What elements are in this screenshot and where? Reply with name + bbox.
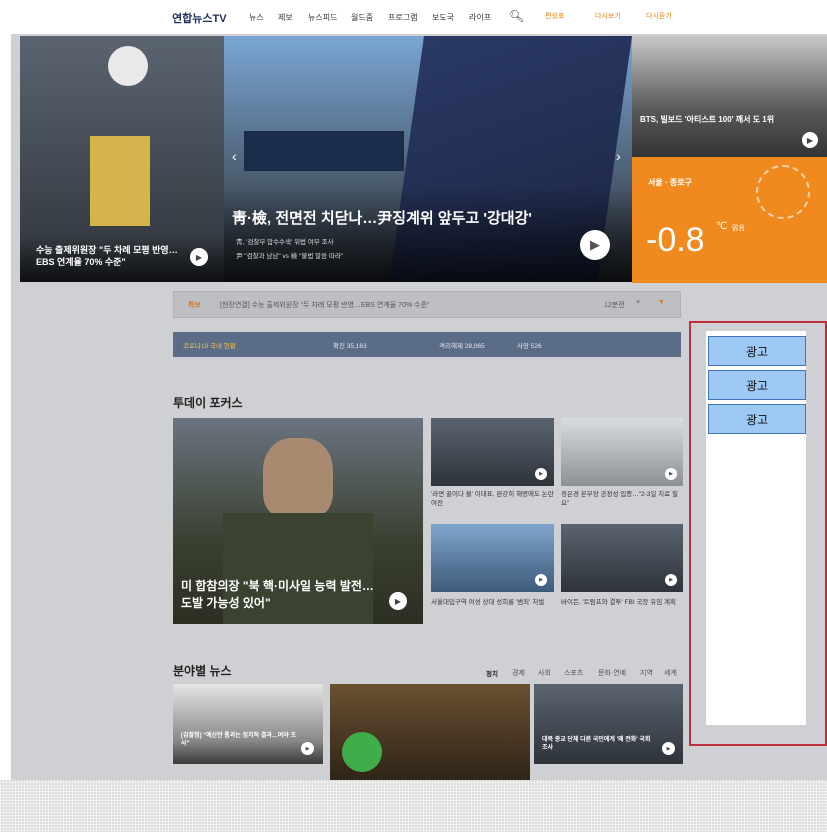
top-navigation: 연합뉴스TV 뉴스 제보 뉴스피드 월드줌 프로그램 보도국 라이프 🔍︎ 편성…: [0, 0, 827, 34]
play-icon[interactable]: ▶: [190, 248, 208, 266]
ad-button-1[interactable]: 광고: [708, 336, 806, 366]
play-icon[interactable]: ▶: [580, 230, 610, 260]
next-arrow-icon[interactable]: ›: [616, 148, 621, 164]
hero-sub-2: 尹 "검찰과 남남" vs 檢 "불법 말씀 따라": [236, 253, 344, 260]
tab-world[interactable]: 세계: [664, 668, 677, 678]
breaking-badge: 특보: [188, 302, 201, 309]
focus-thumb-4[interactable]: ▶: [561, 524, 683, 592]
hero-sub-1: 靑, '검찰부 압수수색' 위법 여부 조사: [236, 239, 334, 246]
focus-main-caption: 미 합참의장 "북 핵·미사일 능력 발전…도발 가능성 있어": [181, 579, 374, 610]
covid-quarantine: 격리해제 28,065: [439, 343, 485, 350]
play-icon[interactable]: ▶: [535, 574, 547, 586]
replay-link[interactable]: 다시보기: [595, 11, 621, 21]
focus-caption-4[interactable]: 바이든, '트럼프와 결투' FBI 국장 유임 계획: [561, 598, 683, 607]
breaking-news-ticker[interactable]: 특보 [현장연결] 수능 출제위원장 "두 차례 모평 반영…EBS 연계율 7…: [173, 291, 681, 318]
covid-status-bar[interactable]: 코로나19 국내 현황 확진 35,163 격리해제 28,065 사망 526: [173, 332, 681, 357]
ticker-time: 12분전: [604, 302, 625, 309]
hero-left-caption: 수능 출제위원장 "두 차례 모평 반영…EBS 연계율 70% 수준": [36, 245, 178, 267]
schedule-link[interactable]: 편성표: [545, 11, 564, 21]
focus-caption-3[interactable]: 서울대입구역 여성 상대 성희롱 '범죄' 처벌: [431, 598, 554, 607]
nav-item-newsroom[interactable]: 보도국: [432, 12, 454, 23]
focus-caption-2[interactable]: 정은경 본부장 공정성 입증…"2-3일 치료 필요": [561, 490, 683, 508]
nav-item-life[interactable]: 라이프: [469, 12, 491, 23]
nav-item-worldzoom[interactable]: 월드줌: [351, 12, 373, 23]
weather-location[interactable]: 서울 · 종로구: [648, 177, 692, 188]
hero-main-title: 靑·檢, 전면전 치닫나…尹징계위 앞두고 '강대강': [232, 210, 532, 227]
ticker-close-icon[interactable]: ×: [636, 299, 640, 306]
ticker-text[interactable]: [현장연결] 수능 출제위원장 "두 차례 모평 반영…EBS 연계율 70% …: [220, 300, 430, 310]
play-icon[interactable]: ▶: [665, 574, 677, 586]
listen-link[interactable]: 다시듣기: [646, 11, 672, 21]
weather-widget: 서울 · 종로구 -0.8 ℃ 맑음: [632, 157, 827, 283]
covid-confirmed: 확진 35,163: [333, 343, 367, 350]
tab-economy[interactable]: 경제: [512, 668, 525, 678]
play-icon[interactable]: ▶: [802, 132, 818, 148]
category-story-main[interactable]: [330, 684, 530, 780]
ad-button-3[interactable]: 광고: [708, 404, 806, 434]
covid-label: 코로나19 국내 현황: [183, 343, 236, 350]
play-icon[interactable]: ▶: [662, 742, 675, 755]
play-icon[interactable]: ▶: [535, 468, 547, 480]
play-icon[interactable]: ▶: [389, 592, 407, 610]
nav-item-newsfeed[interactable]: 뉴스피드: [308, 12, 337, 23]
government-emblem: [108, 46, 148, 86]
category-caption-1: [검찰청] "예산안 통과는 정치적 결과…여야 조사": [181, 733, 297, 747]
nav-item-news[interactable]: 뉴스: [249, 12, 264, 23]
podium: [90, 136, 150, 226]
hero-right-caption: BTS, 빌보드 '아티스트 100' 깨서 도 1위: [640, 115, 775, 124]
site-logo[interactable]: 연합뉴스TV: [172, 10, 227, 26]
weather-condition: 맑음: [732, 225, 745, 232]
category-story-2[interactable]: 대북 종교 단체 다른 국민에게 '왜 전화' 국회 조사 ▶: [534, 684, 683, 764]
hero-right-story[interactable]: BTS, 빌보드 '아티스트 100' 깨서 도 1위 ▶: [632, 36, 827, 157]
general-portrait: [263, 438, 333, 518]
focus-caption-1[interactable]: '라면 끓이다 불' 이대표, 완강히 해명에도 논란 여전: [431, 490, 554, 508]
left-margin: [0, 34, 11, 780]
weather-temperature: -0.8: [646, 221, 705, 259]
tab-politics[interactable]: 정치: [486, 668, 498, 678]
search-icon[interactable]: 🔍︎: [509, 9, 524, 23]
bottom-pattern-strip: [0, 780, 827, 832]
category-story-1[interactable]: [검찰청] "예산안 통과는 정치적 결과…여야 조사" ▶: [173, 684, 323, 764]
nav-item-report[interactable]: 제보: [278, 12, 293, 23]
section-title-category: 분야별 뉴스: [173, 664, 232, 678]
tab-sports[interactable]: 스포츠: [564, 668, 583, 678]
ad-column: 광고 광고 광고: [705, 330, 807, 726]
ticker-dropdown-icon[interactable]: ▼: [658, 299, 665, 306]
focus-thumb-2[interactable]: ▶: [561, 418, 683, 486]
section-title-focus: 투데이 포커스: [173, 396, 243, 410]
tab-society[interactable]: 사회: [538, 668, 551, 678]
tab-region[interactable]: 지역: [640, 668, 653, 678]
covid-deaths: 사망 526: [517, 343, 542, 350]
blue-house-roof: [244, 131, 404, 171]
ad-button-2[interactable]: 광고: [708, 370, 806, 400]
hero-left-story[interactable]: 수능 출제위원장 "두 차례 모평 반영…EBS 연계율 70% 수준" ▶: [20, 36, 224, 282]
sun-icon: [756, 165, 810, 219]
nav-item-program[interactable]: 프로그램: [388, 12, 417, 23]
pie-graphic: [342, 732, 382, 772]
prev-arrow-icon[interactable]: ‹: [232, 148, 237, 164]
weather-unit: ℃: [716, 221, 728, 232]
focus-thumb-1[interactable]: ▶: [431, 418, 554, 486]
focus-thumb-3[interactable]: ▶: [431, 524, 554, 592]
category-caption-2: 대북 종교 단체 다른 국민에게 '왜 전화' 국회 조사: [542, 737, 651, 751]
hero-main-story[interactable]: ‹ › 靑·檢, 전면전 치닫나…尹징계위 앞두고 '강대강' 靑, '검찰부 …: [224, 36, 632, 282]
play-icon[interactable]: ▶: [665, 468, 677, 480]
focus-main-story[interactable]: 미 합참의장 "북 핵·미사일 능력 발전…도발 가능성 있어" ▶: [173, 418, 423, 624]
play-icon[interactable]: ▶: [301, 742, 314, 755]
tab-culture[interactable]: 문화·연예: [598, 668, 626, 678]
